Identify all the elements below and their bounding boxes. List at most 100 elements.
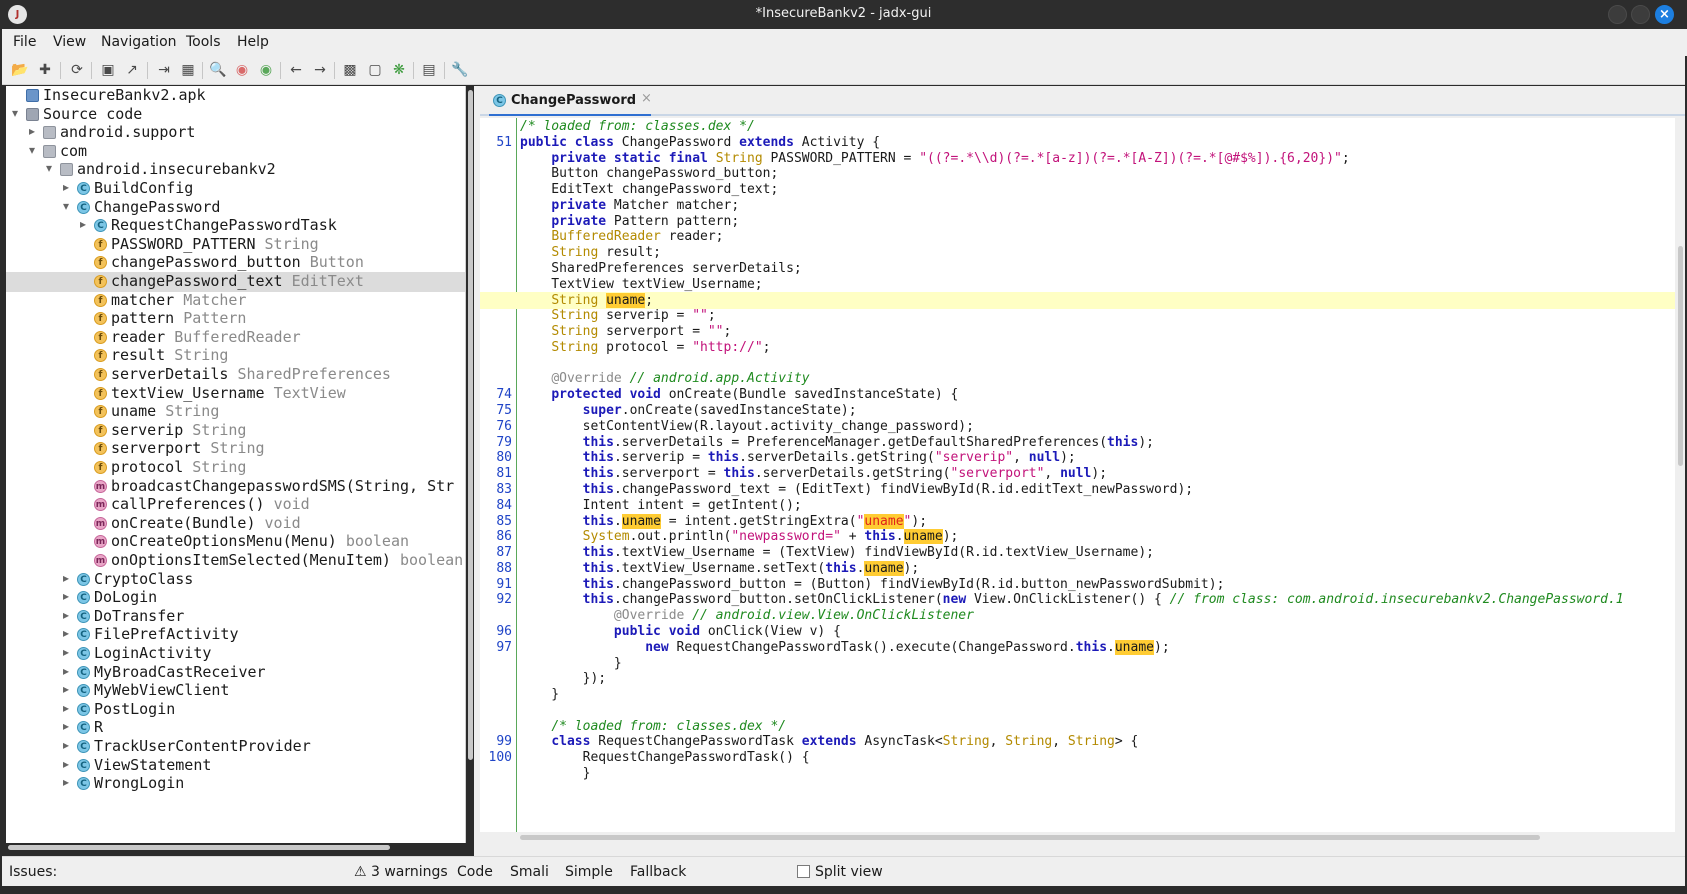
forward-icon[interactable]: → bbox=[311, 61, 329, 79]
code-line[interactable]: String uname; bbox=[480, 291, 1675, 309]
tree-item[interactable]: ▸ C DoTransfer bbox=[6, 607, 465, 627]
chevron-right-icon[interactable]: ▸ bbox=[63, 775, 75, 789]
chevron-down-icon[interactable]: ▾ bbox=[63, 199, 75, 213]
code-line[interactable]: BufferedReader reader; bbox=[480, 228, 1675, 245]
tree-item[interactable]: ▾ android.insecurebankv2 bbox=[6, 160, 465, 180]
code-line[interactable]: }); bbox=[480, 670, 1675, 687]
chevron-right-icon[interactable]: ▸ bbox=[80, 217, 92, 231]
tree-item[interactable]: m callPreferences() void bbox=[6, 495, 465, 515]
save-icon[interactable]: ▣ bbox=[99, 61, 117, 79]
tree-item[interactable]: f changePassword_text EditText bbox=[6, 272, 465, 292]
code-line[interactable]: TextView textView_Username; bbox=[480, 276, 1675, 293]
code-line[interactable]: 91 this.changePassword_button = (Button)… bbox=[480, 576, 1675, 593]
code-line[interactable]: 75 super.onCreate(savedInstanceState); bbox=[480, 402, 1675, 419]
mode-smali-tab[interactable]: Smali bbox=[510, 864, 549, 880]
minimize-button[interactable] bbox=[1608, 5, 1627, 24]
chevron-down-icon[interactable]: ▾ bbox=[12, 106, 24, 120]
tree-item[interactable]: f changePassword_button Button bbox=[6, 253, 465, 273]
menu-view[interactable]: View bbox=[53, 34, 86, 50]
tree-item[interactable]: m onOptionsItemSelected(MenuItem) boolean bbox=[6, 551, 465, 571]
tree-item[interactable]: ▸ C MyWebViewClient bbox=[6, 681, 465, 701]
tree-item[interactable]: f matcher Matcher bbox=[6, 291, 465, 311]
code-line[interactable]: @Override // android.view.View.OnClickLi… bbox=[480, 607, 1675, 624]
find-usage-icon[interactable]: ◉ bbox=[233, 61, 251, 79]
code-line[interactable]: 51 public class ChangePassword extends Ac… bbox=[480, 134, 1675, 151]
code-line[interactable]: 88 this.textView_Username.setText(this.u… bbox=[480, 560, 1675, 577]
maximize-button[interactable] bbox=[1631, 5, 1650, 24]
menu-tools[interactable]: Tools bbox=[186, 34, 221, 50]
chevron-right-icon[interactable]: ▸ bbox=[63, 757, 75, 771]
code-line[interactable]: 84 Intent intent = getIntent(); bbox=[480, 497, 1675, 514]
tree-item[interactable]: f PASSWORD_PATTERN String bbox=[6, 235, 465, 255]
code-line[interactable]: @Override // android.app.Activity bbox=[480, 370, 1675, 387]
tree-item[interactable]: ▸ C BuildConfig bbox=[6, 179, 465, 199]
split-view-checkbox[interactable] bbox=[797, 865, 810, 878]
tree-item[interactable]: ▸ android.support bbox=[6, 123, 465, 143]
chevron-right-icon[interactable]: ▸ bbox=[63, 719, 75, 733]
code-line[interactable]: 100 RequestChangePasswordTask() { bbox=[480, 749, 1675, 766]
chevron-down-icon[interactable]: ▾ bbox=[29, 143, 41, 157]
chevron-right-icon[interactable]: ▸ bbox=[63, 645, 75, 659]
code-line[interactable]: EditText changePassword_text; bbox=[480, 181, 1675, 198]
open-icon[interactable]: 📂 bbox=[11, 61, 29, 79]
tree-item[interactable]: f pattern Pattern bbox=[6, 309, 465, 329]
tree-item[interactable]: f protocol String bbox=[6, 458, 465, 478]
tree-item[interactable]: ▸ C PostLogin bbox=[6, 700, 465, 720]
tree-item[interactable]: m onCreateOptionsMenu(Menu) boolean bbox=[6, 532, 465, 552]
tree-horizontal-scrollbar[interactable] bbox=[8, 845, 390, 850]
find-text-icon[interactable]: ◉ bbox=[257, 61, 275, 79]
menu-file[interactable]: File bbox=[13, 34, 36, 50]
code-line[interactable]: 79 this.serverDetails = PreferenceManage… bbox=[480, 434, 1675, 451]
tree-item[interactable]: f uname String bbox=[6, 402, 465, 422]
tab-close-icon[interactable]: × bbox=[641, 91, 652, 106]
code-line[interactable]: 92 this.changePassword_button.setOnClick… bbox=[480, 591, 1675, 608]
sync-icon[interactable]: ⟳ bbox=[68, 61, 86, 79]
tree-item[interactable]: ▸ C R bbox=[6, 718, 465, 738]
tree-item[interactable]: ▸ C FilePrefActivity bbox=[6, 625, 465, 645]
code-line[interactable]: } bbox=[480, 765, 1675, 782]
tree-item[interactable]: m broadcastChangepasswordSMS(String, Str bbox=[6, 477, 465, 497]
close-button[interactable]: × bbox=[1655, 5, 1674, 24]
tree-item[interactable]: InsecureBankv2.apk bbox=[6, 86, 465, 106]
bookmark-icon[interactable]: ▢ bbox=[366, 61, 384, 79]
chevron-right-icon[interactable]: ▸ bbox=[29, 124, 41, 138]
code-line[interactable]: 74 protected void onCreate(Bundle savedI… bbox=[480, 386, 1675, 403]
menu-help[interactable]: Help bbox=[237, 34, 269, 50]
code-line[interactable]: String result; bbox=[480, 244, 1675, 261]
code-line[interactable]: 81 this.serverport = this.serverDetails.… bbox=[480, 465, 1675, 482]
log-icon[interactable]: ▤ bbox=[420, 61, 438, 79]
code-line[interactable] bbox=[480, 355, 1675, 372]
code-line[interactable]: 80 this.serverip = this.serverDetails.ge… bbox=[480, 449, 1675, 466]
code-line[interactable]: } bbox=[480, 686, 1675, 703]
chevron-right-icon[interactable]: ▸ bbox=[63, 701, 75, 715]
tree-item[interactable]: ▸ C RequestChangePasswordTask bbox=[6, 216, 465, 236]
code-line[interactable]: private Matcher matcher; bbox=[480, 197, 1675, 214]
code-line[interactable]: /* loaded from: classes.dex */ bbox=[480, 718, 1675, 735]
tree-item[interactable]: ▾ com bbox=[6, 142, 465, 162]
debug-icon[interactable]: ❋ bbox=[390, 61, 408, 79]
code-line[interactable]: String serverport = ""; bbox=[480, 323, 1675, 340]
preferences-icon[interactable]: 🔧 bbox=[451, 61, 469, 79]
project-tree[interactable]: InsecureBankv2.apk ▾ Source code ▸ android.s… bbox=[6, 86, 466, 843]
chevron-right-icon[interactable]: ▸ bbox=[63, 571, 75, 585]
chevron-right-icon[interactable]: ▸ bbox=[63, 682, 75, 696]
code-line[interactable]: 83 this.changePassword_text = (EditText)… bbox=[480, 481, 1675, 498]
warnings-count[interactable]: 3 warnings bbox=[371, 864, 448, 880]
menu-navigation[interactable]: Navigation bbox=[101, 34, 177, 50]
code-line[interactable]: private Pattern pattern; bbox=[480, 213, 1675, 230]
tree-item[interactable]: f serverport String bbox=[6, 439, 465, 459]
code-line[interactable]: 87 this.textView_Username = (TextView) f… bbox=[480, 544, 1675, 561]
tree-item[interactable]: ▸ C LoginActivity bbox=[6, 644, 465, 664]
code-line[interactable]: 99 class RequestChangePasswordTask exten… bbox=[480, 733, 1675, 750]
chevron-right-icon[interactable]: ▸ bbox=[63, 738, 75, 752]
chevron-down-icon[interactable]: ▾ bbox=[46, 161, 58, 175]
code-line[interactable]: private static final String PASSWORD_PAT… bbox=[480, 150, 1675, 167]
code-horizontal-scrollbar[interactable] bbox=[520, 835, 1540, 840]
code-line[interactable]: SharedPreferences serverDetails; bbox=[480, 260, 1675, 277]
mode-fallback-tab[interactable]: Fallback bbox=[630, 864, 686, 880]
tree-item[interactable]: f serverip String bbox=[6, 421, 465, 441]
chevron-right-icon[interactable]: ▸ bbox=[63, 664, 75, 678]
mode-simple-tab[interactable]: Simple bbox=[565, 864, 613, 880]
tree-item[interactable]: ▸ C WrongLogin bbox=[6, 774, 465, 794]
chevron-right-icon[interactable]: ▸ bbox=[63, 608, 75, 622]
